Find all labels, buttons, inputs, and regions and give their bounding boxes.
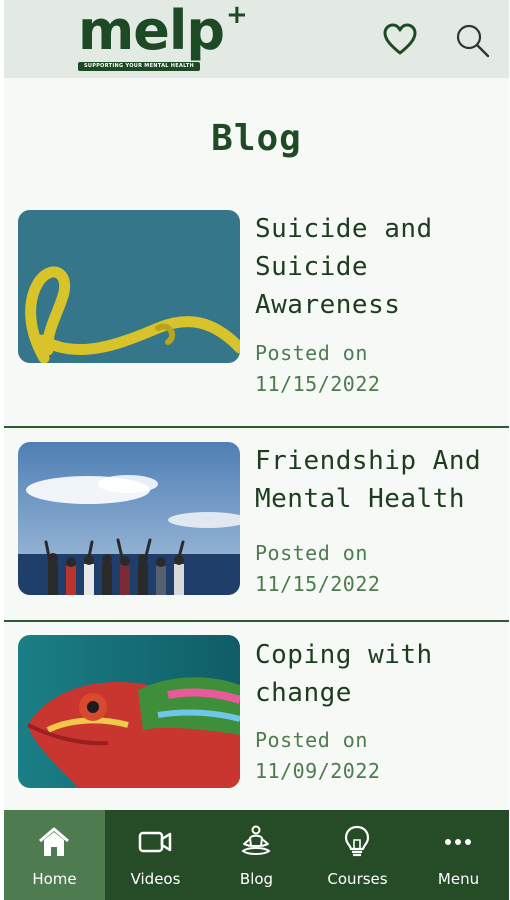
nav-label: Home [32, 870, 77, 888]
search-icon [456, 24, 490, 58]
meditation-icon [241, 825, 271, 855]
posted-on-label: Posted on [255, 341, 368, 365]
chameleon-image [18, 635, 240, 788]
post-thumbnail-yellow-ribbon[interactable] [18, 210, 240, 363]
melp-logo[interactable]: melp + SUPPORTING YOUR MENTAL HEALTH [78, 0, 248, 72]
app-header: melp + SUPPORTING YOUR MENTAL HEALTH [4, 0, 509, 78]
post-date: 11/15/2022 [255, 572, 381, 596]
nav-label: Blog [239, 870, 274, 888]
post-title[interactable]: Coping with change [255, 636, 505, 712]
post-title[interactable]: Suicide and Suicide Awareness [255, 210, 505, 324]
nav-item-blog[interactable]: Blog [206, 810, 307, 900]
post-meta: Posted on 11/15/2022 [255, 338, 505, 400]
logo-plus-icon: + [226, 0, 248, 30]
post-date: 11/09/2022 [255, 759, 381, 783]
blog-post-card[interactable]: Suicide and Suicide Awareness Posted on … [4, 190, 509, 426]
nav-item-courses[interactable]: Courses [307, 810, 408, 900]
bottom-navigation: Home Videos Blog Courses Menu [4, 810, 509, 900]
nav-label: Videos [130, 870, 181, 888]
post-meta: Posted on 11/09/2022 [255, 725, 505, 787]
post-meta: Posted on 11/15/2022 [255, 538, 505, 600]
home-icon [39, 827, 69, 856]
post-thumbnail-friends[interactable] [18, 442, 240, 595]
logo-wordmark: melp [78, 0, 225, 62]
page-title: Blog [211, 118, 302, 159]
nav-item-home[interactable]: Home [4, 810, 105, 900]
video-camera-icon [138, 831, 172, 853]
post-title[interactable]: Friendship And Mental Health [255, 442, 505, 518]
post-date: 11/15/2022 [255, 372, 381, 396]
posted-on-label: Posted on [255, 728, 368, 752]
yellow-ribbon-image [18, 210, 240, 363]
nav-item-videos[interactable]: Videos [105, 810, 206, 900]
search-button[interactable] [454, 22, 490, 58]
blog-post-card[interactable]: Coping with change Posted on 11/09/2022 [4, 620, 509, 810]
posted-on-label: Posted on [255, 541, 368, 565]
lightbulb-icon [344, 825, 370, 857]
nav-label: Menu [437, 870, 480, 888]
heart-icon [383, 23, 417, 55]
favorites-button[interactable] [382, 22, 418, 58]
nav-label: Courses [327, 870, 388, 888]
post-thumbnail-chameleon[interactable] [18, 635, 240, 788]
blog-post-card[interactable]: Friendship And Mental Health Posted on 1… [4, 426, 509, 620]
friends-by-the-sea-image [18, 442, 240, 595]
logo-tagline: SUPPORTING YOUR MENTAL HEALTH [78, 62, 200, 71]
app-frame: melp + SUPPORTING YOUR MENTAL HEALTH Blo… [4, 0, 509, 900]
more-dots-icon [445, 839, 471, 845]
nav-item-menu[interactable]: Menu [408, 810, 509, 900]
